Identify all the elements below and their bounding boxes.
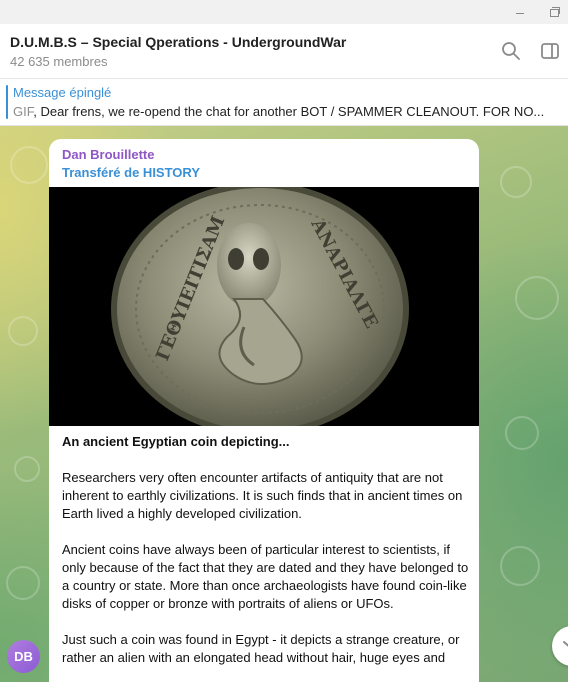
- background-doodle: [10, 146, 48, 184]
- window-title-bar: [0, 0, 568, 24]
- chevron-down-icon: [563, 641, 568, 647]
- background-doodle: [8, 316, 38, 346]
- background-doodle: [14, 456, 40, 482]
- background-doodle: [500, 166, 532, 198]
- message-photo[interactable]: ΓΕΘΥΙΕΙΤΙΣΑΜ ΑΝΑΡΙΑΛΓΕ: [49, 187, 479, 426]
- chat-title[interactable]: D.U.M.B.S – Special Qperations - Undergr…: [10, 34, 346, 50]
- pinned-indicator: [6, 85, 8, 119]
- avatar[interactable]: DB: [7, 640, 40, 673]
- minimize-icon[interactable]: [512, 4, 528, 20]
- restore-icon[interactable]: [546, 4, 562, 20]
- message-paragraph: Ancient coins have always been of partic…: [62, 542, 469, 611]
- message-heading: An ancient Egyptian coin depicting...: [62, 434, 290, 449]
- pinned-gif-label: GIF: [13, 104, 34, 119]
- search-icon[interactable]: [500, 40, 522, 62]
- message-text: An ancient Egyptian coin depicting... Re…: [62, 433, 472, 685]
- background-doodle: [505, 416, 539, 450]
- side-panel-icon[interactable]: [539, 40, 561, 62]
- background-doodle: [515, 276, 559, 320]
- message-bubble[interactable]: Dan Brouillette Transféré de HISTORY ΓΕΘ…: [49, 139, 479, 699]
- pinned-preview: GIF, Dear frens, we re-opend the chat fo…: [13, 104, 561, 119]
- member-count: 42 635 membres: [10, 54, 108, 69]
- pinned-label: Message épinglé: [13, 85, 112, 100]
- background-doodle: [500, 546, 540, 586]
- sender-name[interactable]: Dan Brouillette: [62, 147, 154, 162]
- pinned-text: , Dear frens, we re-opend the chat for a…: [33, 104, 545, 119]
- background-doodle: [6, 566, 40, 600]
- message-paragraph: Researchers very often encounter artifac…: [62, 470, 463, 521]
- coin-image: ΓΕΘΥΙΕΙΤΙΣΑΜ ΑΝΑΡΙΑΛΓΕ: [49, 187, 479, 426]
- pinned-message-bar[interactable]: Message épinglé GIF, Dear frens, we re-o…: [0, 79, 568, 126]
- chat-header[interactable]: D.U.M.B.S – Special Qperations - Undergr…: [0, 24, 568, 79]
- message-paragraph: Just such a coin was found in Egypt - it…: [62, 632, 460, 665]
- forwarded-from[interactable]: Transféré de HISTORY: [62, 165, 200, 180]
